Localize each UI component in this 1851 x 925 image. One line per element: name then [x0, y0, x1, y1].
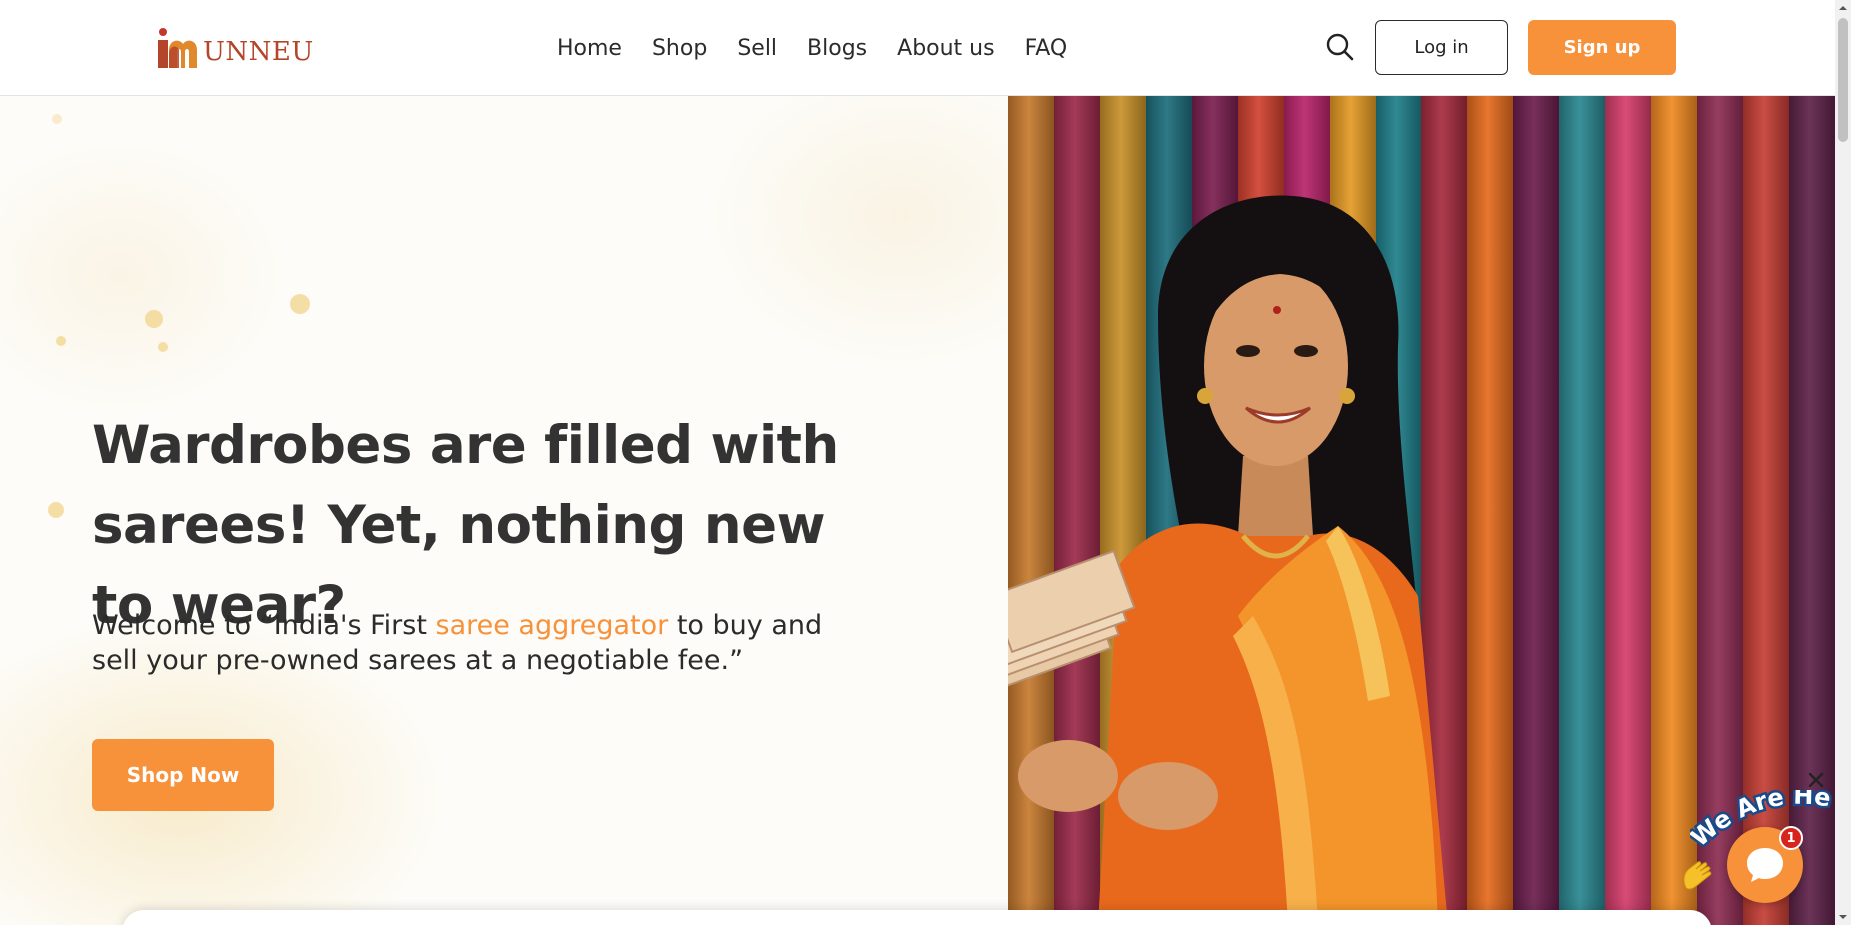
chat-bubble-icon: [1747, 848, 1783, 882]
hero-subtext: Welcome to “India's First saree aggregat…: [92, 608, 852, 678]
search-button[interactable]: [1323, 30, 1357, 64]
gold-speck: [48, 502, 64, 518]
close-icon[interactable]: [1806, 770, 1826, 790]
nav-home[interactable]: Home: [557, 36, 622, 61]
gold-speck: [158, 342, 168, 352]
gold-speck: [52, 114, 62, 124]
logo-mark-icon: [158, 28, 197, 68]
nav-faq[interactable]: FAQ: [1025, 36, 1068, 61]
scroll-down-arrow-icon[interactable]: [1839, 913, 1847, 921]
brand-logo[interactable]: UNNEU: [155, 26, 314, 70]
main-nav: Home Shop Sell Blogs About us FAQ: [557, 30, 1067, 66]
gold-speck: [56, 336, 66, 346]
nav-sell[interactable]: Sell: [737, 36, 777, 61]
chat-unread-badge: 1: [1779, 826, 1803, 850]
site-header: UNNEU Home Shop Sell Blogs About us FAQ …: [0, 0, 1835, 96]
saree-aggregator-highlight: saree aggregator: [435, 610, 669, 641]
shop-now-button[interactable]: Shop Now: [92, 739, 274, 811]
scroll-up-arrow-icon[interactable]: [1839, 4, 1847, 12]
waving-hand-icon: [1683, 861, 1712, 890]
gold-speck: [290, 294, 310, 314]
page-scrollbar[interactable]: [1835, 0, 1851, 925]
content-card-top-edge: [122, 910, 1712, 925]
brand-name: UNNEU: [203, 37, 314, 67]
subtext-intro: Welcome to “India's First: [92, 610, 436, 641]
scroll-thumb[interactable]: [1838, 18, 1848, 142]
search-icon: [1326, 33, 1354, 61]
gold-speck: [145, 310, 163, 328]
nav-about-us[interactable]: About us: [897, 36, 994, 61]
login-button[interactable]: Log in: [1375, 20, 1508, 75]
nav-shop[interactable]: Shop: [652, 36, 707, 61]
nav-blogs[interactable]: Blogs: [807, 36, 867, 61]
signup-button[interactable]: Sign up: [1528, 20, 1676, 75]
